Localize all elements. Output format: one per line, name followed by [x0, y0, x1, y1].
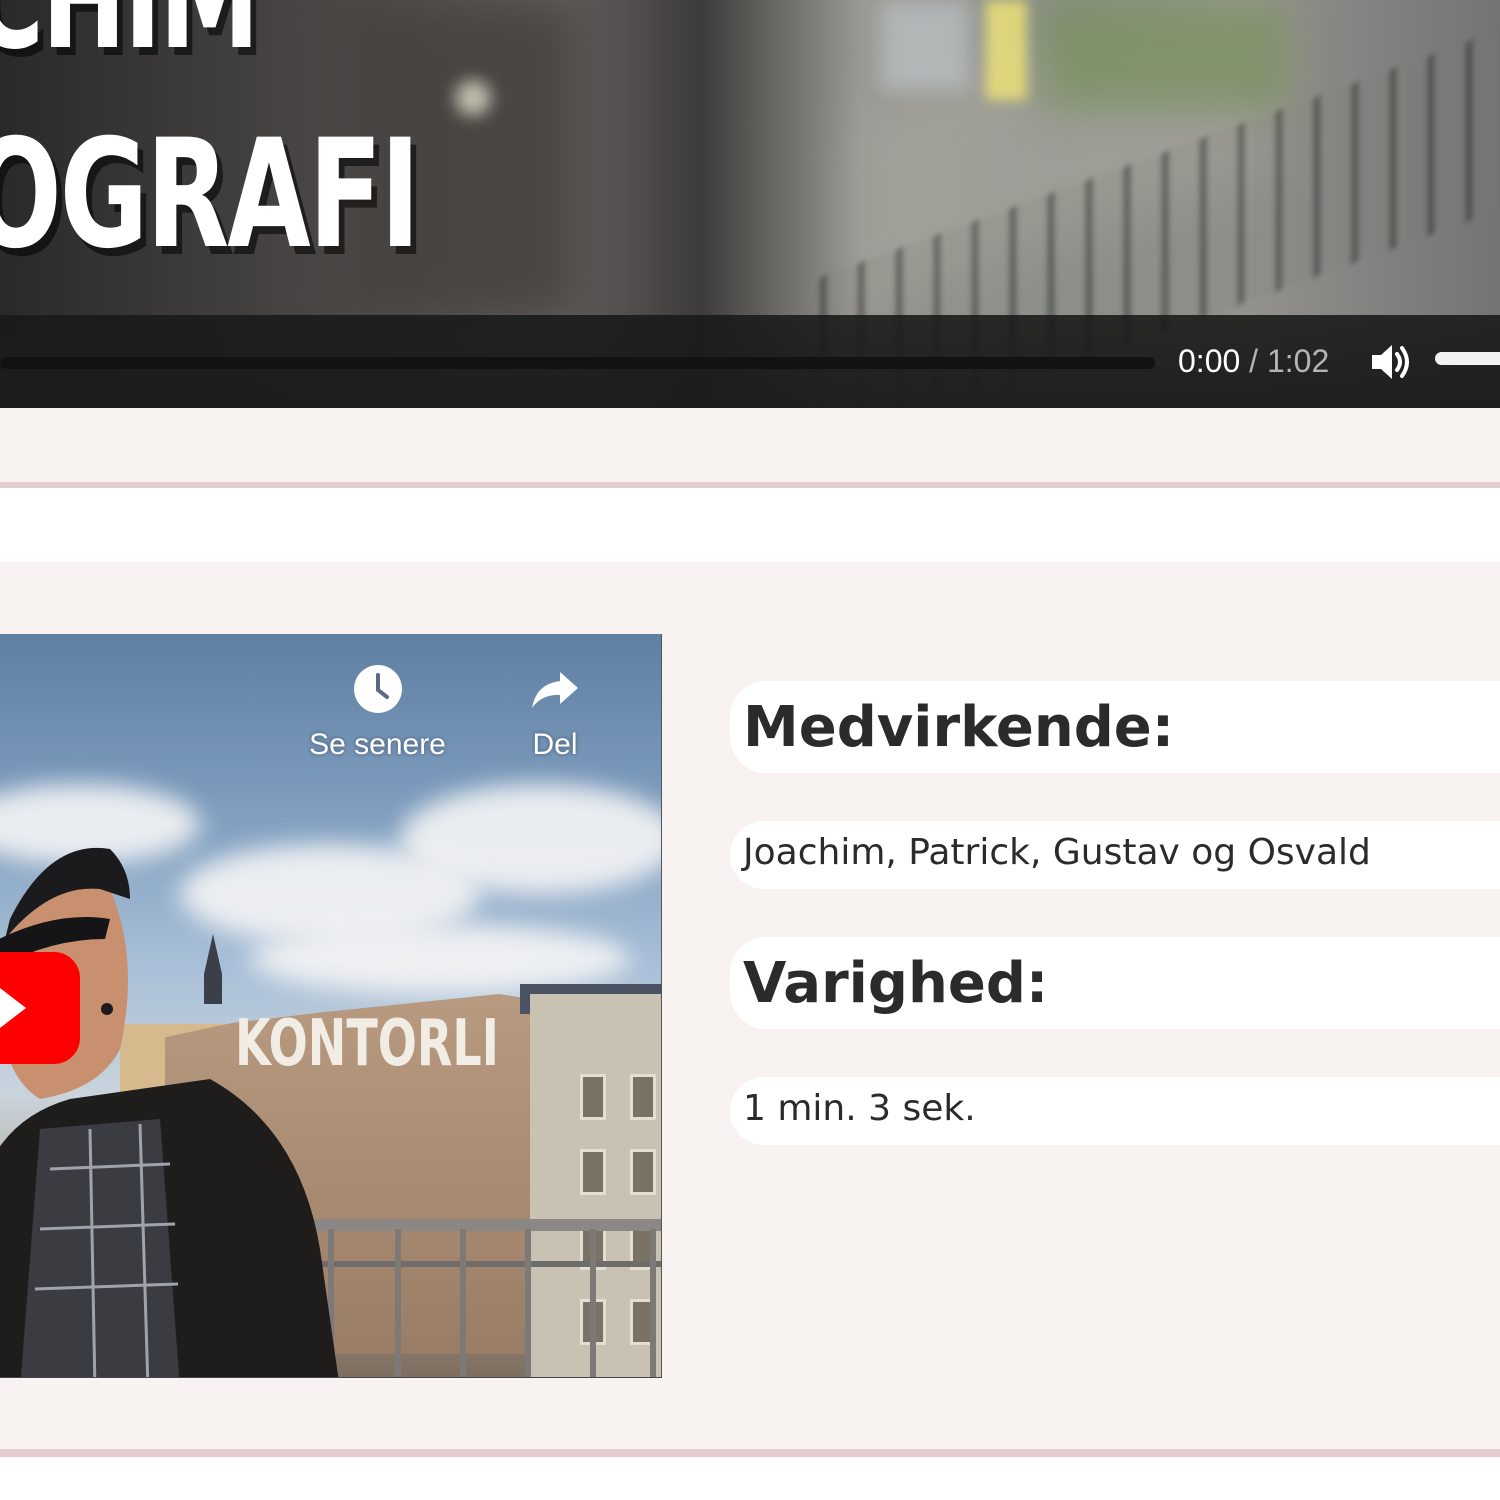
- youtube-play-button[interactable]: [0, 952, 80, 1064]
- volume-slider[interactable]: [1435, 352, 1500, 365]
- volume-icon[interactable]: [1370, 342, 1412, 382]
- share-label: Del: [532, 728, 578, 761]
- video-title-line-2: OGRAFI: [0, 108, 420, 282]
- section-divider: [0, 1449, 1500, 1457]
- scene-window: [580, 1149, 606, 1195]
- current-time: 0:00: [1178, 343, 1241, 379]
- scene-window: [580, 1074, 606, 1120]
- duration-value-box: 1 min. 3 sek.: [730, 1077, 1500, 1145]
- watch-later-button[interactable]: Se senere: [290, 664, 465, 762]
- scene-railing: [300, 1219, 661, 1377]
- video-time-display: 0:00 / 1:02: [1178, 343, 1329, 380]
- scene-person: [0, 847, 339, 1377]
- top-video-player[interactable]: CHIM OGRAFI 0:00 / 1:02: [0, 0, 1500, 408]
- youtube-play-icon: [0, 988, 26, 1028]
- duration-heading: Varighed:: [743, 951, 1049, 1016]
- share-button[interactable]: Del: [505, 664, 605, 762]
- credits-heading: Medvirkende:: [743, 695, 1175, 760]
- youtube-embed[interactable]: KONTORLIV: [0, 634, 662, 1378]
- video-frame-shape: [880, 0, 970, 90]
- section-gap: [0, 488, 1500, 562]
- video-frame-shape: [985, 0, 1027, 100]
- time-separator: /: [1249, 343, 1259, 379]
- duration-heading-box: Varighed:: [730, 937, 1500, 1029]
- credits-heading-box: Medvirkende:: [730, 681, 1500, 773]
- video-frame-shape: [1040, 0, 1290, 110]
- clock-icon: [353, 665, 402, 713]
- watch-later-label: Se senere: [309, 728, 446, 761]
- sky-cloud: [400, 784, 661, 894]
- scene-window: [630, 1149, 656, 1195]
- video-frame-shape: [455, 80, 491, 116]
- total-duration: 1:02: [1266, 343, 1330, 379]
- credits-value-box: Joachim, Patrick, Gustav og Osvald: [730, 821, 1500, 889]
- scene-window: [630, 1074, 656, 1120]
- video-progress-bar[interactable]: [0, 357, 1155, 369]
- share-arrow-icon: [532, 672, 578, 708]
- video-title-line-1: CHIM: [0, 0, 260, 70]
- section-background: [0, 408, 1500, 482]
- video-controls-bar: 0:00 / 1:02: [0, 315, 1500, 408]
- credits-value: Joachim, Patrick, Gustav og Osvald: [743, 832, 1371, 873]
- duration-value: 1 min. 3 sek.: [743, 1088, 976, 1129]
